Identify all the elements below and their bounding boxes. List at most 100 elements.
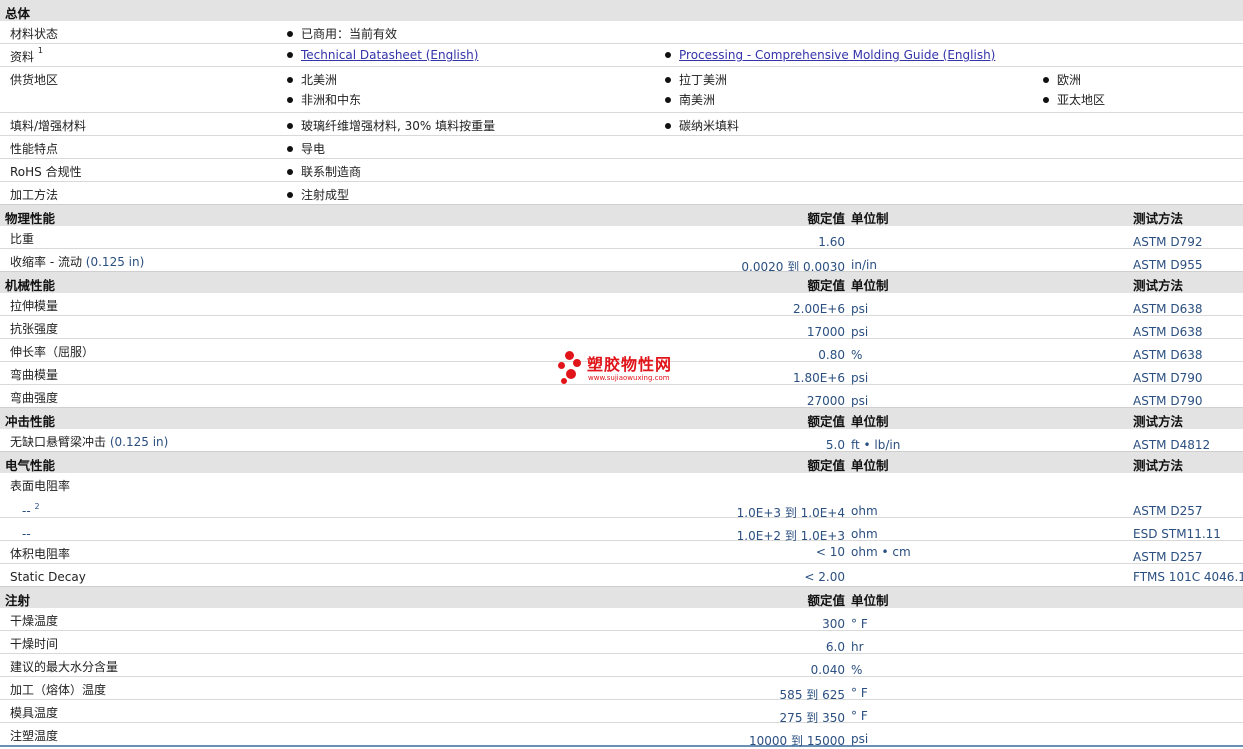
row-unit: psi — [851, 371, 869, 385]
table-row: 收缩率 - 流动 (0.125 in) 0.0020 到 0.0030 in/i… — [0, 249, 1243, 274]
row-method: ASTM D638 — [1133, 348, 1203, 362]
row-label: 体积电阻率 — [10, 547, 71, 561]
table-row: -- 1.0E+2 到 1.0E+3 ohm ESD STM11.11 — [0, 518, 1243, 543]
footnote-ref[interactable]: 1 — [38, 46, 43, 55]
table-row: 体积电阻率 < 10 ohm • cm ASTM D257 — [0, 541, 1243, 564]
row-label: 表面电阻率 — [10, 479, 71, 493]
header-value: 额定值 — [807, 278, 845, 293]
section-title: 物理性能 — [5, 211, 56, 226]
row-unit: psi — [851, 325, 869, 339]
header-unit: 单位制 — [851, 414, 889, 429]
row-label: 加工（熔体）温度 — [10, 683, 107, 697]
table-row: 模具温度 275 到 350 ° F — [0, 700, 1243, 725]
row-label: 建议的最大水分含量 — [10, 660, 119, 674]
header-method: 测试方法 — [1133, 458, 1184, 473]
table-row: Static Decay < 2.00 FTMS 101C 4046.1 — [0, 564, 1243, 586]
watermark-text: 塑胶物性网 — [587, 355, 673, 374]
header-unit: 单位制 — [851, 593, 889, 608]
row-label: 模具温度 — [10, 706, 59, 720]
header-method: 测试方法 — [1133, 278, 1184, 293]
row-value: 17000 — [806, 325, 845, 339]
row-method: ASTM D4812 — [1133, 438, 1211, 452]
row-material-status: 材料状态 已商用：当前有效 — [0, 21, 1243, 44]
bullet-item: 注射成型 — [287, 186, 349, 203]
bullet-item: 非洲和中东 — [287, 91, 361, 108]
row-value: 0.80 — [818, 348, 845, 362]
table-row: 表面电阻率 — [0, 473, 1243, 495]
row-unit: psi — [851, 732, 869, 746]
section-general: 总体 — [0, 0, 1243, 21]
row-label: 拉伸模量 — [10, 299, 59, 313]
row-label: 弯曲强度 — [10, 391, 59, 405]
row-method: ESD STM11.11 — [1133, 527, 1221, 541]
watermark-logo: 塑胶物性网 www.sujiaowuxing.com — [558, 351, 693, 387]
row-unit: ° F — [851, 617, 868, 631]
row-unit: psi — [851, 394, 869, 408]
section-title: 注射 — [5, 593, 31, 608]
table-row: 干燥温度 300 ° F — [0, 608, 1243, 631]
header-method: 测试方法 — [1133, 414, 1184, 429]
row-label: 加工方法 — [10, 188, 59, 202]
footnote-ref[interactable]: 2 — [35, 502, 40, 511]
row-label: 伸长率（屈服） — [10, 345, 95, 359]
row-method: ASTM D257 — [1133, 504, 1203, 518]
section-electrical: 电气性能 额定值 单位制 测试方法 — [0, 451, 1243, 473]
technical-datasheet-link[interactable]: Technical Datasheet (English) — [301, 48, 478, 62]
row-documents: 资料 1 Technical Datasheet (English) Proce… — [0, 44, 1243, 67]
row-unit: % — [851, 348, 863, 362]
header-value: 额定值 — [807, 458, 845, 473]
table-row: 注塑温度 10000 到 15000 psi — [0, 723, 1243, 748]
bullet-item: 玻璃纤维增强材料, 30% 填料按重量 — [287, 117, 495, 134]
row-regions: 供货地区 北美洲 拉丁美洲 欧洲 非洲和中东 南美洲 亚太地区 — [0, 67, 1243, 113]
row-label: 填料/增强材料 — [10, 119, 87, 133]
bullet-item: 联系制造商 — [287, 163, 361, 180]
section-physical: 物理性能 额定值 单位制 测试方法 — [0, 204, 1243, 226]
row-label: 性能特点 — [10, 142, 59, 156]
row-value: 1.60 — [818, 235, 845, 249]
header-value: 额定值 — [807, 414, 845, 429]
row-value: < 2.00 — [804, 570, 845, 584]
row-processing: 加工方法 注射成型 — [0, 182, 1243, 204]
header-method: 测试方法 — [1133, 211, 1184, 226]
section-impact: 冲击性能 额定值 单位制 测试方法 — [0, 407, 1243, 429]
row-value: 2.00E+6 — [793, 302, 845, 316]
row-unit: psi — [851, 302, 869, 316]
bullet-item: 欧洲 — [1043, 71, 1081, 88]
row-value: 1.80E+6 — [793, 371, 845, 385]
row-label: 弯曲模量 — [10, 368, 59, 382]
row-value: 6.0 — [825, 640, 845, 654]
row-method: ASTM D790 — [1133, 371, 1203, 385]
table-row: 无缺口悬臂梁冲击 (0.125 in) 5.0 ft • lb/in ASTM … — [0, 429, 1243, 452]
molding-guide-link[interactable]: Processing - Comprehensive Molding Guide… — [679, 48, 995, 62]
row-label: 资料 1 — [10, 46, 43, 64]
row-label: Static Decay — [10, 570, 86, 584]
header-unit: 单位制 — [851, 211, 889, 226]
bullet-item: 亚太地区 — [1043, 91, 1105, 108]
row-method: ASTM D790 — [1133, 394, 1203, 408]
row-unit: ° F — [851, 709, 868, 723]
row-method: ASTM D792 — [1133, 235, 1203, 249]
row-value: 27000 — [806, 394, 845, 408]
section-mechanical: 机械性能 额定值 单位制 测试方法 — [0, 271, 1243, 293]
table-row: 建议的最大水分含量 0.040 % — [0, 654, 1243, 677]
table-row: 比重 1.60 ASTM D792 — [0, 226, 1243, 249]
bullet-item: 南美洲 — [665, 91, 715, 108]
bullet-item: 已商用：当前有效 — [287, 25, 397, 42]
bullet-link: Technical Datasheet (English) — [287, 48, 478, 62]
row-value: 10000 到 15000 — [749, 734, 845, 748]
section-title: 电气性能 — [5, 458, 56, 473]
row-method: FTMS 101C 4046.1 — [1133, 570, 1243, 584]
row-sublabel: -- 2 — [22, 502, 40, 518]
row-method: ASTM D257 — [1133, 550, 1203, 564]
table-row: 抗张强度 17000 psi ASTM D638 — [0, 316, 1243, 339]
section-title: 冲击性能 — [5, 414, 56, 429]
row-features: 性能特点 导电 — [0, 136, 1243, 159]
row-label: 注塑温度 — [10, 729, 59, 743]
header-unit: 单位制 — [851, 458, 889, 473]
table-row: 拉伸模量 2.00E+6 psi ASTM D638 — [0, 293, 1243, 316]
row-label: 无缺口悬臂梁冲击 (0.125 in) — [10, 435, 169, 449]
row-unit: ohm • cm — [851, 545, 911, 559]
row-unit: ° F — [851, 686, 868, 700]
bullet-link: Processing - Comprehensive Molding Guide… — [665, 48, 995, 62]
row-unit: ohm — [851, 504, 878, 518]
